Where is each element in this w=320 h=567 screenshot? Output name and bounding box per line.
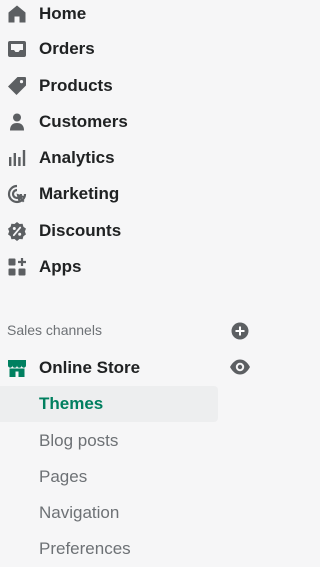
sub-item-label-blog-posts: Blog posts	[39, 431, 119, 450]
discount-icon	[6, 220, 28, 242]
nav-label-apps: Apps	[39, 257, 82, 276]
nav-label-customers: Customers	[39, 112, 128, 131]
nav-label-products: Products	[39, 76, 113, 95]
person-icon	[6, 111, 28, 133]
store-icon	[6, 357, 28, 379]
nav-item-online-store[interactable]: Online Store	[0, 350, 218, 386]
sub-item-blog-posts[interactable]: Blog posts	[0, 423, 218, 459]
view-store-eye-icon[interactable]	[229, 358, 251, 376]
sub-item-label-themes: Themes	[39, 394, 104, 413]
nav-item-orders[interactable]: Orders	[0, 31, 218, 67]
nav-label-marketing: Marketing	[39, 184, 120, 203]
add-sales-channel-icon[interactable]	[231, 322, 249, 340]
sub-item-themes[interactable]: Themes	[0, 386, 218, 422]
sales-channels-heading: Sales channels	[7, 322, 102, 338]
sub-item-preferences[interactable]: Preferences	[0, 531, 218, 567]
sub-item-pages[interactable]: Pages	[0, 459, 218, 495]
tag-icon	[6, 75, 28, 97]
nav-label-online-store: Online Store	[39, 358, 141, 377]
home-icon	[6, 3, 28, 25]
nav-label-analytics: Analytics	[39, 148, 115, 167]
nav-item-customers[interactable]: Customers	[0, 104, 218, 140]
nav-item-analytics[interactable]: Analytics	[0, 140, 218, 176]
sub-item-label-pages: Pages	[39, 467, 88, 486]
nav-item-discounts[interactable]: Discounts	[0, 213, 218, 249]
nav-label-home: Home	[39, 4, 87, 23]
orders-icon	[6, 38, 28, 60]
sub-item-navigation[interactable]: Navigation	[0, 495, 218, 531]
bar-chart-icon	[6, 147, 28, 169]
nav-item-apps[interactable]: Apps	[0, 249, 218, 285]
nav-item-home[interactable]: Home	[0, 0, 218, 32]
nav-label-discounts: Discounts	[39, 221, 122, 240]
nav-item-products[interactable]: Products	[0, 68, 218, 104]
sub-item-label-navigation: Navigation	[39, 503, 120, 522]
nav-label-orders: Orders	[39, 39, 95, 58]
marketing-icon	[6, 183, 28, 205]
sub-item-label-preferences: Preferences	[39, 539, 131, 558]
nav-item-marketing[interactable]: Marketing	[0, 176, 218, 212]
apps-icon	[6, 256, 28, 278]
